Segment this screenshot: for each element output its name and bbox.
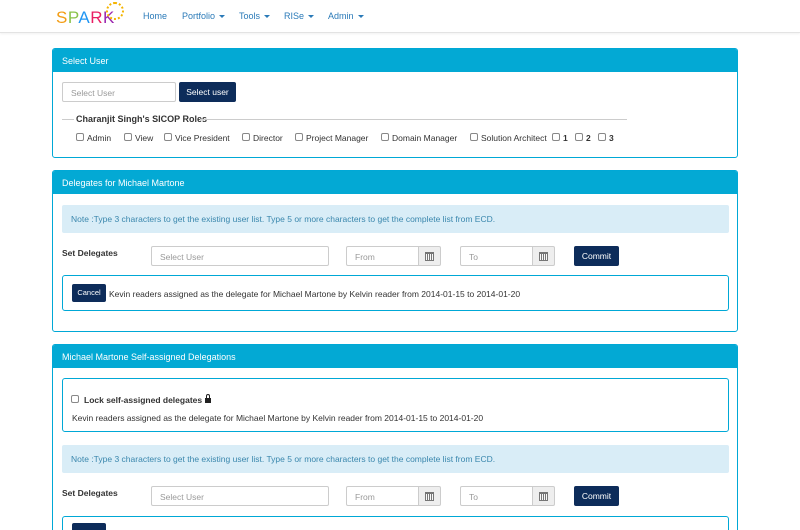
role-label: Admin	[87, 133, 112, 143]
top-navbar: SPARK Home Portfolio Tools RISe Admin	[0, 0, 800, 33]
role-domain-manager-checkbox[interactable]	[381, 133, 389, 141]
from-date-input[interactable]: From	[346, 486, 419, 506]
role-3-checkbox[interactable]	[598, 133, 606, 141]
role-label: 1	[563, 133, 568, 143]
nav-rise-label: RISe	[284, 11, 305, 21]
note-alert: Note :Type 3 characters to get the exist…	[62, 205, 729, 233]
cancel-delegation-button[interactable]	[72, 523, 106, 530]
role-label: 2	[586, 133, 591, 143]
caret-down-icon	[308, 15, 315, 19]
self-assigned-panel: Michael Martone Self-assigned Delegation…	[52, 344, 738, 530]
select-user-input[interactable]: Select User	[62, 82, 176, 102]
calendar-icon	[425, 252, 434, 261]
from-date-input[interactable]: From	[346, 246, 419, 266]
delegate-user-input[interactable]: Select User	[151, 486, 329, 506]
role-label: Domain Manager	[392, 133, 458, 143]
from-date-picker[interactable]	[419, 246, 441, 266]
role-vice-president-checkbox[interactable]	[164, 133, 172, 141]
nav-admin-label: Admin	[328, 11, 354, 21]
lock-icon	[205, 394, 212, 403]
set-delegates-label: Set Delegates	[62, 248, 118, 258]
role-label: Project Manager	[306, 133, 369, 143]
role-label: Solution Architect	[481, 133, 547, 143]
caret-down-icon	[264, 15, 271, 19]
sun-icon	[106, 2, 124, 20]
caret-down-icon	[219, 15, 226, 19]
delegation-record-text: Kevin readers assigned as the delegate f…	[109, 289, 521, 299]
lock-delegates-label: Lock self-assigned delegates	[84, 394, 212, 405]
select-user-panel: Select User Select User Select user Char…	[52, 48, 738, 158]
divider	[200, 119, 627, 120]
nav-portfolio-label: Portfolio	[182, 11, 216, 21]
role-1-checkbox[interactable]	[552, 133, 560, 141]
role-label: Vice President	[175, 133, 230, 143]
nav-tools[interactable]: Tools	[239, 11, 271, 21]
calendar-icon	[539, 492, 548, 501]
nav-tools-label: Tools	[239, 11, 261, 21]
note-alert: Note :Type 3 characters to get the exist…	[62, 445, 729, 473]
divider	[62, 119, 74, 120]
role-label: View	[135, 133, 154, 143]
to-date-input[interactable]: To	[460, 486, 533, 506]
roles-legend: Charanjit Singh's SICOP Roles	[76, 114, 208, 124]
nav-admin[interactable]: Admin	[328, 11, 364, 21]
role-solution-architect-checkbox[interactable]	[470, 133, 478, 141]
to-date-picker[interactable]	[533, 246, 555, 266]
self-assigned-record-text: Kevin readers assigned as the delegate f…	[72, 413, 484, 423]
lock-label-text: Lock self-assigned delegates	[84, 395, 203, 405]
lock-box: Lock self-assigned delegates Kevin reade…	[62, 378, 729, 432]
to-date-input[interactable]: To	[460, 246, 533, 266]
delegates-panel: Delegates for Michael Martone Note :Type…	[52, 170, 738, 332]
delegation-record-box	[62, 516, 729, 530]
select-user-button[interactable]: Select user	[179, 82, 236, 102]
commit-button[interactable]: Commit	[574, 246, 619, 266]
role-admin-checkbox[interactable]	[76, 133, 84, 141]
panel-title: Michael Martone Self-assigned Delegation…	[53, 345, 737, 368]
panel-title: Delegates for Michael Martone	[53, 171, 737, 194]
from-date-picker[interactable]	[419, 486, 441, 506]
delegate-user-input[interactable]: Select User	[151, 246, 329, 266]
role-label: Director	[253, 133, 283, 143]
lock-delegates-checkbox[interactable]	[71, 395, 79, 403]
role-project-manager-checkbox[interactable]	[295, 133, 303, 141]
role-view-checkbox[interactable]	[124, 133, 132, 141]
set-delegates-label: Set Delegates	[62, 488, 118, 498]
commit-button[interactable]: Commit	[574, 486, 619, 506]
caret-down-icon	[357, 15, 364, 19]
calendar-icon	[539, 252, 548, 261]
nav-portfolio[interactable]: Portfolio	[182, 11, 226, 21]
calendar-icon	[425, 492, 434, 501]
to-date-picker[interactable]	[533, 486, 555, 506]
role-label: 3	[609, 133, 614, 143]
nav-rise[interactable]: RISe	[284, 11, 315, 21]
panel-title: Select User	[53, 49, 737, 72]
delegation-record-box: Cancel Kevin readers assigned as the del…	[62, 275, 729, 311]
cancel-delegation-button[interactable]: Cancel	[72, 284, 106, 302]
nav-home[interactable]: Home	[143, 11, 167, 21]
role-2-checkbox[interactable]	[575, 133, 583, 141]
role-director-checkbox[interactable]	[242, 133, 250, 141]
